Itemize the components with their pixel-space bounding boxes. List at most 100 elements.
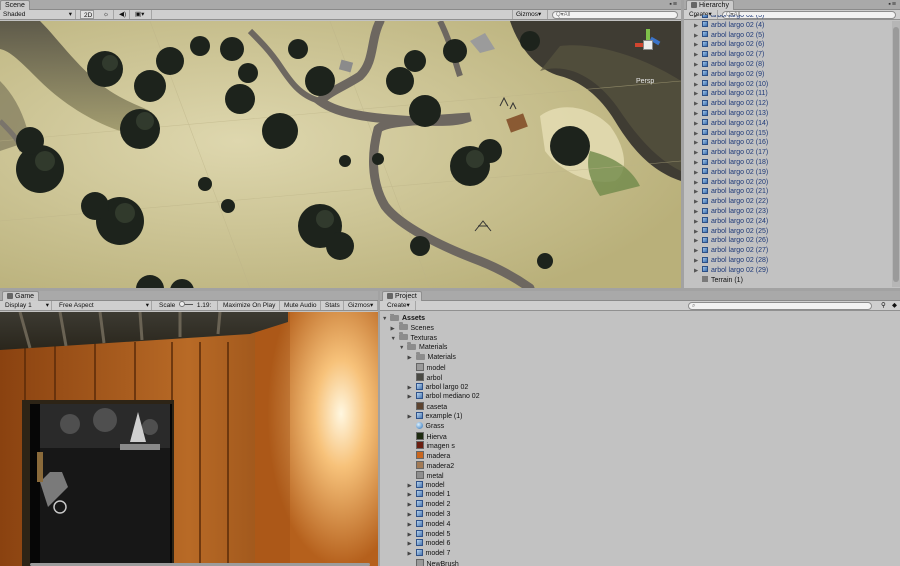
project-item[interactable]: Hierva [408, 431, 447, 442]
hierarchy-item[interactable]: ▶ arbol largo 02 (13) [694, 109, 768, 119]
mute-audio-toggle[interactable]: Mute Audio [281, 301, 321, 310]
lighting-icon[interactable]: ☼ [100, 10, 114, 19]
hierarchy-item[interactable]: ▶ arbol largo 02 (7) [694, 50, 764, 60]
project-item[interactable]: Grass [408, 421, 444, 432]
hierarchy-item-label: arbol largo 02 (20) [711, 178, 769, 186]
project-item[interactable]: metal [408, 470, 444, 481]
scale-slider[interactable] [179, 301, 194, 307]
toggle-2d-button[interactable]: 2D [80, 10, 94, 19]
collapse-arrow-icon[interactable]: ▼ [399, 344, 407, 354]
hierarchy-item[interactable]: ▶ arbol largo 02 (11) [694, 89, 768, 99]
project-item[interactable]: ▶ model 2 [408, 500, 450, 510]
project-item[interactable]: ▶ Scenes [391, 322, 434, 334]
project-item[interactable]: madera [408, 451, 450, 461]
hierarchy-item[interactable]: ▶ arbol largo 02 (18) [694, 158, 768, 168]
project-item[interactable]: arbol [408, 372, 442, 383]
project-item[interactable]: ▶ Materials [408, 351, 456, 363]
project-search-input[interactable]: ⌕ [688, 302, 872, 310]
hierarchy-scrollbar[interactable] [892, 21, 900, 287]
prefab-cube-icon [702, 227, 708, 234]
project-item[interactable]: ▶ arbol largo 02 [408, 382, 468, 393]
display-dropdown[interactable]: Display 1 ▾ [2, 301, 52, 310]
project-item-label: imagen s [426, 443, 455, 451]
game-gizmos-dropdown[interactable]: Gizmos▾ [345, 301, 378, 310]
project-item[interactable]: ▶ model 4 [408, 519, 450, 530]
game-viewport[interactable] [0, 312, 378, 566]
project-item[interactable]: NewBrush [408, 559, 459, 566]
hierarchy-item[interactable]: ▶ arbol largo 02 (12) [694, 99, 768, 109]
hierarchy-window-controls[interactable]: ▪≡ [888, 1, 897, 8]
hierarchy-item-label: arbol largo 02 (8) [711, 61, 765, 68]
maximize-on-play-toggle[interactable]: Maximize On Play [220, 301, 280, 310]
expand-arrow-icon[interactable]: ▶ [694, 267, 702, 277]
aspect-dropdown[interactable]: Free Aspect ▾ [56, 301, 152, 310]
project-item-label: model 6 [425, 540, 451, 548]
project-item[interactable]: caseta [408, 402, 447, 412]
scene-window-controls[interactable]: ▪≡ [669, 1, 678, 8]
scale-slider-thumb[interactable] [179, 301, 186, 307]
hierarchy-item[interactable]: ▶ arbol largo 02 (27) [694, 246, 768, 256]
project-item[interactable]: imagen s [408, 441, 455, 451]
hierarchy-item[interactable]: ▶ arbol largo 02 (25) [694, 227, 768, 237]
scene-orientation-gizmo[interactable] [630, 27, 666, 63]
prefab-cube-icon [702, 119, 708, 126]
hierarchy-item[interactable]: ▶ arbol largo 02 (26) [694, 236, 768, 246]
project-item[interactable]: ▶ model [408, 480, 445, 491]
hierarchy-item[interactable]: ▶ arbol largo 02 (29) [694, 266, 768, 276]
hierarchy-item[interactable]: ▶ arbol largo 02 (8) [694, 60, 764, 70]
project-item[interactable]: ▼ Texturas [391, 332, 437, 345]
project-item[interactable]: ▶ model 6 [408, 539, 451, 549]
hierarchy-scroll-thumb[interactable] [893, 27, 899, 282]
filter-by-label-icon[interactable]: ◆ [889, 301, 899, 310]
tab-project[interactable]: Project [382, 291, 422, 301]
hierarchy-item[interactable]: ▶ arbol largo 02 (21) [694, 187, 768, 197]
hierarchy-item[interactable]: ▶ arbol largo 02 (4) [694, 21, 764, 31]
project-item[interactable]: ▼ Materials [399, 341, 447, 354]
stats-toggle[interactable]: Stats [322, 301, 344, 310]
hierarchy-item-label: arbol largo 02 (15) [711, 129, 769, 137]
filter-by-type-icon[interactable]: ⚲ [878, 301, 888, 310]
hierarchy-item[interactable]: ▶ arbol largo 02 (16) [694, 138, 768, 148]
scene-viewport[interactable]: Persp [0, 21, 681, 288]
hierarchy-item[interactable]: ▶ arbol largo 02 (9) [694, 70, 764, 80]
tab-game[interactable]: Game [2, 291, 40, 301]
project-item[interactable]: ▶ model 1 [408, 490, 450, 500]
hierarchy-item[interactable]: ▶ arbol largo 02 (10) [694, 80, 768, 90]
project-item[interactable]: ▶ model 5 [408, 529, 450, 540]
hierarchy-item[interactable]: ▶ arbol largo 02 (15) [694, 129, 768, 139]
project-item[interactable]: ▶ model 7 [408, 549, 450, 559]
persp-label[interactable]: Persp [636, 78, 654, 85]
tab-scene[interactable]: Scene [0, 0, 30, 10]
hierarchy-item[interactable]: ▶ arbol largo 02 (24) [694, 217, 768, 227]
project-create-dropdown[interactable]: Create▾ [384, 301, 416, 310]
project-item[interactable]: madera2 [408, 461, 454, 471]
project-item[interactable]: ▶ model 3 [408, 510, 450, 520]
hierarchy-item-label: arbol largo 02 (10) [711, 80, 769, 88]
effects-icon[interactable]: ▣▾ [132, 10, 152, 19]
project-item[interactable]: ▼ Assets [382, 314, 425, 324]
hierarchy-item[interactable]: ▶ arbol largo 02 (22) [694, 197, 768, 207]
hierarchy-item[interactable]: ▶ arbol largo 02 (17) [694, 148, 768, 158]
prefab-cube-icon [702, 80, 708, 87]
hierarchy-item[interactable]: ▶ arbol largo 02 (14) [694, 119, 768, 129]
project-item[interactable]: ▶ arbol mediano 02 [408, 392, 480, 402]
shading-dropdown[interactable]: Shaded ▾ [0, 10, 76, 19]
hierarchy-item[interactable]: ▶ arbol largo 02 (23) [694, 207, 768, 217]
prefab-cube-icon [702, 109, 708, 116]
hierarchy-item[interactable]: ▶ arbol largo 02 (6) [694, 40, 764, 50]
game-gizmos-label: Gizmos [348, 302, 371, 309]
project-item[interactable]: model [408, 363, 446, 373]
hierarchy-item[interactable]: ▶ arbol largo 02 (20) [694, 178, 768, 188]
scene-search-input[interactable]: Q▾All [552, 11, 678, 19]
hierarchy-item[interactable]: ▶ arbol largo 02 (5) [694, 31, 764, 41]
project-item[interactable]: ▶ example (1) [408, 412, 462, 422]
tab-hierarchy[interactable]: Hierarchy [686, 0, 734, 10]
hierarchy-item-terrain[interactable]: Terrain (1) [702, 275, 743, 286]
collapse-arrow-icon[interactable]: ▼ [391, 335, 399, 345]
gizmos-dropdown[interactable]: Gizmos▾ [512, 10, 548, 19]
hierarchy-item[interactable]: ▶ arbol largo 02 (28) [694, 256, 768, 266]
audio-icon[interactable]: ◀) [116, 10, 130, 19]
collapse-arrow-icon[interactable]: ▼ [382, 315, 390, 325]
gizmo-center-cube[interactable] [643, 40, 653, 50]
hierarchy-item[interactable]: ▶ arbol largo 02 (19) [694, 168, 768, 178]
